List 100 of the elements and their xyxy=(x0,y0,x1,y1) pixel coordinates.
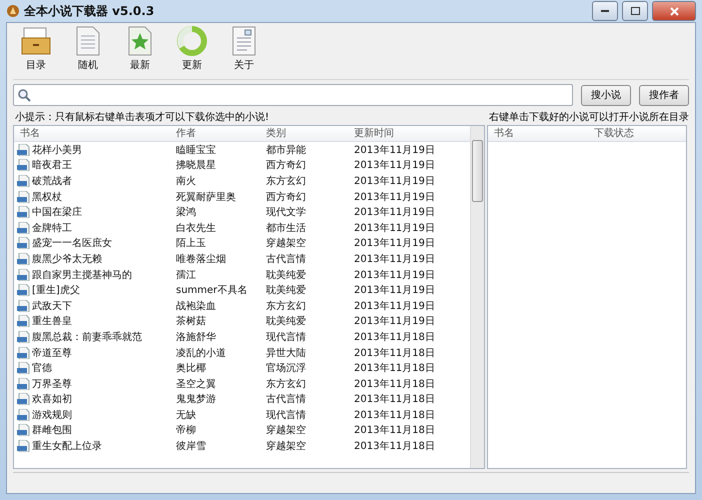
book-file-icon xyxy=(17,222,30,234)
column-header[interactable]: 书名 xyxy=(488,126,588,141)
toolbar-button[interactable]: 随机 xyxy=(65,24,111,78)
table-cell-text: 拂晓晨星 xyxy=(175,158,217,172)
refresh-ring-icon xyxy=(177,26,207,56)
table-cell-text: 2013年11月18日 xyxy=(353,440,436,454)
table-cell: 花样小美男 xyxy=(14,142,170,157)
table-cell-text: 2013年11月19日 xyxy=(353,300,436,313)
table-cell-text: 战袍染血 xyxy=(175,300,217,313)
table-cell: 帝道至尊 xyxy=(14,346,170,360)
star-icon xyxy=(127,26,153,56)
book-file-icon xyxy=(17,362,30,374)
table-cell-text: 古代言情 xyxy=(265,392,307,406)
table-cell-text: 白衣先生 xyxy=(175,222,217,235)
document-icon xyxy=(75,26,101,56)
column-header[interactable]: 下载状态 xyxy=(588,126,686,141)
table-cell-text: 2013年11月19日 xyxy=(353,206,436,220)
table-cell: 武敌天下 xyxy=(14,298,170,313)
table-cell-text: 东方玄幻 xyxy=(265,300,307,313)
search-icon xyxy=(17,88,31,102)
table-cell-text: 帝柳 xyxy=(175,424,197,438)
close-button[interactable] xyxy=(652,1,696,21)
toolbar-button[interactable]: 更新 xyxy=(169,24,215,78)
table-cell-text: 奥比椰 xyxy=(175,362,207,376)
table-cell-text: 茶树菇 xyxy=(175,314,207,328)
table-cell: 欢喜如初 xyxy=(14,392,170,406)
book-file-icon xyxy=(17,174,30,187)
table-cell-text: 2013年11月19日 xyxy=(353,190,436,204)
table-cell: 暗夜君王 xyxy=(14,158,170,172)
book-file-icon xyxy=(17,190,30,203)
table-cell-text: 孺江 xyxy=(175,268,197,282)
table-cell-text: 都市生活 xyxy=(265,222,307,235)
scroll-thumb[interactable] xyxy=(472,140,483,202)
book-file-icon xyxy=(17,393,30,406)
table-cell-text: 2013年11月18日 xyxy=(353,393,436,406)
book-file-icon xyxy=(17,378,30,390)
book-file-icon xyxy=(17,346,30,359)
table-cell-text: 2013年11月18日 xyxy=(353,424,436,438)
toolbar-button[interactable]: 最新 xyxy=(117,24,163,78)
table-cell-text: 穿越架空 xyxy=(265,236,307,250)
book-file-icon xyxy=(17,330,30,343)
book-file-icon xyxy=(17,252,30,265)
search-field[interactable] xyxy=(13,84,573,106)
table-cell-text: 2013年11月19日 xyxy=(353,252,436,266)
app-logo-icon xyxy=(6,4,20,18)
table-cell-text: 穿越架空 xyxy=(265,440,307,454)
table-cell-text: 异世大陆 xyxy=(265,346,307,360)
book-file-icon xyxy=(17,144,30,156)
search-button[interactable]: 搜作者 xyxy=(639,84,689,106)
table-cell-text: 现代言情 xyxy=(265,408,307,422)
table-cell-text: 现代言情 xyxy=(265,330,307,344)
table-cell-text: 2013年11月18日 xyxy=(353,378,436,391)
minimize-button[interactable] xyxy=(592,1,618,21)
book-file-icon xyxy=(17,440,30,452)
table-cell-text: 穿越架空 xyxy=(265,424,307,438)
scrollbar[interactable] xyxy=(470,126,484,468)
table-cell-text: 凌乱的小道 xyxy=(175,346,227,360)
table-cell-text: 西方奇幻 xyxy=(265,158,307,172)
book-file-icon xyxy=(17,300,30,312)
table-cell-text: 古代言情 xyxy=(265,252,307,266)
book-file-icon xyxy=(17,268,30,281)
table-cell: 金牌特工 xyxy=(14,220,170,235)
hint-text: 小提示：只有鼠标右键单击表项才可以下载你选中的小说! xyxy=(14,110,270,125)
table-cell-text: 西方奇幻 xyxy=(265,190,307,204)
book-file-icon xyxy=(17,424,30,436)
column-header[interactable]: 类别 xyxy=(260,126,348,141)
book-file-icon xyxy=(17,237,30,250)
table-cell: 重生女配上位录 xyxy=(14,439,170,454)
table-cell-text: 梁鸿 xyxy=(175,206,197,220)
table-cell-text: 2013年11月18日 xyxy=(353,346,436,360)
table-cell-text: summer不具名 xyxy=(175,284,248,298)
book-file-icon xyxy=(17,206,30,218)
table-cell: 腹黑总裁：前妻乖乖就范 xyxy=(14,330,170,344)
table-cell: 重生兽皇 xyxy=(14,314,170,328)
table-cell-text: 都市异能 xyxy=(265,144,307,157)
table-cell-text: 无缺 xyxy=(175,408,197,422)
toolbar-button[interactable]: 目录 xyxy=(13,24,59,78)
toolbar-button[interactable]: 关于 xyxy=(221,24,267,78)
table-cell: 黑权杖 xyxy=(14,190,170,204)
hint-text: 右键单击下载好的小说可以打开小说所在目录 xyxy=(488,110,687,125)
table-cell: [重生]虎父 xyxy=(14,283,170,298)
table-cell: 中国在梁庄 xyxy=(14,205,170,220)
table-cell: 万界圣尊 xyxy=(14,376,170,391)
table-cell-text: 2013年11月19日 xyxy=(353,315,436,328)
table-cell: 盛宠一一名医庶女 xyxy=(14,236,170,250)
column-header[interactable]: 书名 xyxy=(14,126,170,141)
table-cell-text: 2013年11月18日 xyxy=(353,408,436,422)
table-cell-text: 南火 xyxy=(175,174,197,188)
table-cell-text: 东方玄幻 xyxy=(265,378,307,391)
column-header[interactable]: 作者 xyxy=(170,126,260,141)
table-cell-text: 死翼耐萨里奥 xyxy=(175,190,237,204)
maximize-button[interactable] xyxy=(622,1,648,21)
close-icon xyxy=(670,6,678,16)
folder-icon xyxy=(20,26,52,56)
search-button[interactable]: 搜小说 xyxy=(581,84,631,106)
book-file-icon xyxy=(17,159,30,172)
column-header[interactable]: 更新时间 xyxy=(348,126,470,141)
table-cell-text: 2013年11月19日 xyxy=(353,159,436,172)
table-cell-text: 2013年11月19日 xyxy=(353,174,436,188)
table-cell-text: 2013年11月19日 xyxy=(353,144,436,157)
